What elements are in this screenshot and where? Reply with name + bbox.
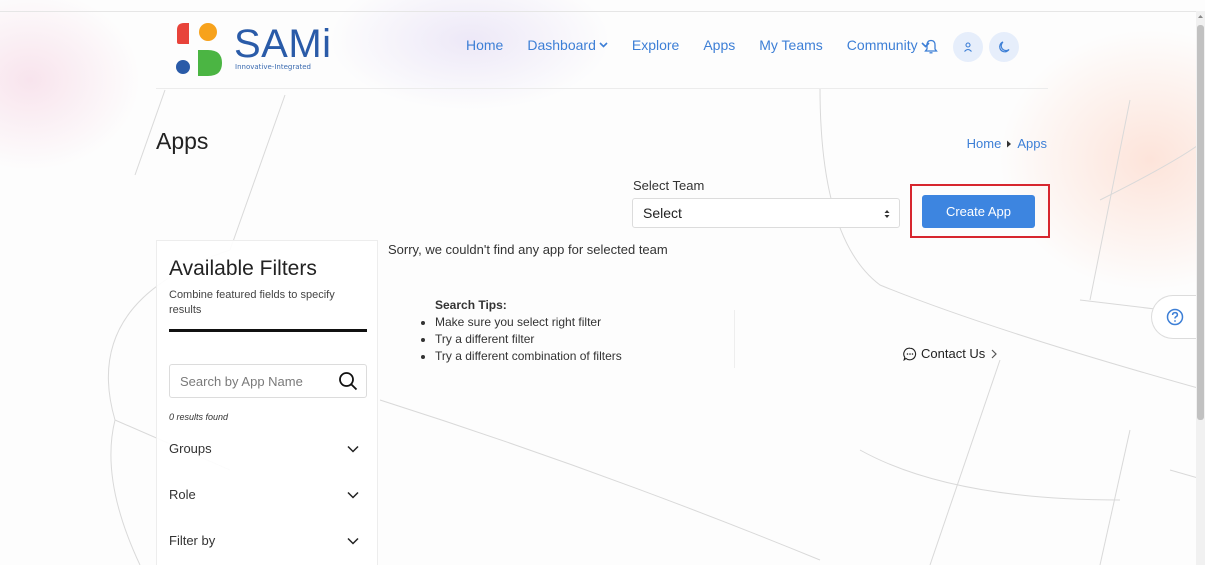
breadcrumb-home[interactable]: Home (967, 136, 1002, 151)
team-select[interactable]: Select (632, 198, 900, 228)
nav-community[interactable]: Community (847, 37, 930, 53)
theme-toggle-button[interactable] (989, 32, 1019, 62)
nav-apps[interactable]: Apps (703, 37, 735, 53)
filters-title: Available Filters (169, 257, 317, 280)
chevron-down-icon (599, 42, 608, 48)
empty-message: Sorry, we couldn't find any app for sele… (388, 242, 668, 257)
nav-apps-label: Apps (703, 37, 736, 53)
breadcrumb-apps[interactable]: Apps (1017, 136, 1047, 151)
nav-home[interactable]: Home (466, 37, 503, 53)
nav-my-teams[interactable]: My Teams (759, 37, 823, 53)
filters-subtitle: Combine featured fields to specify resul… (169, 289, 335, 316)
results-count: 0 results found (169, 412, 229, 422)
nav-icons (924, 32, 1025, 62)
search-tips-title: Search Tips: (435, 298, 507, 312)
nav-community-label: Community (846, 37, 918, 53)
breadcrumb: Home Apps (967, 136, 1047, 151)
filter-filter-by[interactable]: Filter by (169, 533, 359, 548)
app-search-input[interactable] (178, 372, 332, 390)
main-nav: Home Dashboard Explore Apps My Teams Com… (466, 37, 954, 53)
user-icon (964, 42, 972, 52)
filter-role-label: Role (169, 487, 196, 502)
help-icon (1166, 308, 1183, 326)
search-tip: Try a different combination of filters (435, 348, 622, 365)
caret-right-icon (1007, 140, 1012, 147)
brand-logo[interactable]: SAMi Innovative-Integrated (176, 22, 336, 78)
filters-divider (169, 329, 367, 332)
filter-groups[interactable]: Groups (169, 441, 359, 456)
moon-icon (999, 41, 1010, 53)
nav-explore[interactable]: Explore (632, 37, 679, 53)
nav-dashboard[interactable]: Dashboard (527, 37, 608, 53)
search-tip: Try a different filter (435, 331, 622, 348)
logo-mark-icon (176, 23, 222, 76)
nav-dashboard-label: Dashboard (527, 37, 596, 53)
header-divider (156, 88, 1048, 89)
app-root: SAMi Innovative-Integrated Home Dashboar… (0, 0, 1205, 565)
create-app-button[interactable]: Create App (922, 195, 1035, 228)
select-team-label: Select Team (633, 178, 705, 193)
scrollbar-thumb[interactable] (1197, 25, 1204, 420)
filter-role[interactable]: Role (169, 487, 359, 502)
page-scrollbar[interactable] (1196, 11, 1205, 565)
page-title: Apps (156, 128, 209, 154)
help-button[interactable] (1151, 295, 1197, 339)
top-border (0, 11, 1205, 12)
brand-name: SAMi (234, 22, 332, 66)
user-button[interactable] (953, 32, 983, 62)
scroll-up-icon[interactable] (1198, 14, 1203, 19)
nav-my-teams-label: My Teams (759, 37, 823, 53)
filters-panel: Available Filters Combine featured field… (156, 240, 378, 565)
app-search-box (169, 364, 367, 398)
tips-divider (734, 310, 735, 368)
search-icon[interactable] (338, 371, 358, 391)
select-arrows-icon (884, 210, 890, 218)
search-tips-list: Make sure you select right filter Try a … (420, 314, 622, 365)
chevron-down-icon (347, 445, 359, 453)
search-tips: Search Tips: Make sure you select right … (420, 298, 622, 365)
nav-home-label: Home (466, 37, 504, 53)
team-select-value: Select (643, 205, 682, 221)
contact-us-label: Contact Us (921, 346, 986, 361)
chat-bubble-icon (903, 347, 917, 361)
nav-explore-label: Explore (631, 37, 680, 53)
bell-icon[interactable] (924, 39, 938, 55)
filter-filter-by-label: Filter by (169, 533, 216, 548)
brand-tagline: Innovative-Integrated (235, 63, 311, 71)
chevron-down-icon (347, 491, 359, 499)
search-tip: Make sure you select right filter (435, 314, 622, 331)
filter-groups-label: Groups (169, 441, 212, 456)
contact-us-link[interactable]: Contact Us (903, 346, 998, 361)
chevron-right-icon (991, 349, 998, 358)
chevron-down-icon (347, 537, 359, 545)
